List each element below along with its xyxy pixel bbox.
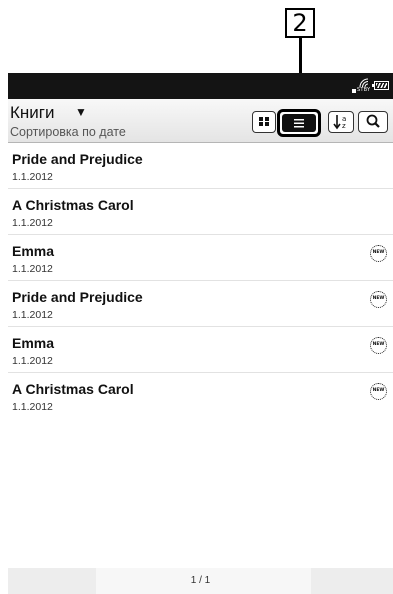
book-list-item[interactable]: Pride and Prejudice 1.1.2012 — [8, 143, 393, 189]
book-title: A Christmas Carol — [12, 381, 134, 397]
book-date: 1.1.2012 — [12, 263, 53, 275]
grid-view-button[interactable] — [252, 111, 276, 133]
search-icon — [359, 112, 387, 131]
new-badge-icon: NEW — [370, 245, 387, 262]
list-icon — [282, 114, 316, 132]
callout-number: 2 — [285, 8, 315, 38]
header: Книги ▼ Сортировка по дате a z — [8, 99, 393, 143]
new-badge-icon: NEW — [370, 337, 387, 354]
book-list-item[interactable]: A Christmas Carol 1.1.2012 NEW — [8, 373, 393, 419]
book-title: Pride and Prejudice — [12, 289, 143, 305]
standby-label: STBY — [357, 87, 371, 93]
book-date: 1.1.2012 — [12, 401, 53, 413]
list-view-button[interactable] — [277, 109, 321, 137]
collection-title[interactable]: Книги — [10, 103, 54, 123]
sort-order-label: Сортировка по дате — [10, 125, 126, 139]
footer-bar: 1 / 1 — [8, 568, 393, 594]
book-date: 1.1.2012 — [12, 309, 53, 321]
svg-text:z: z — [342, 122, 346, 130]
book-list-item[interactable]: Emma 1.1.2012 NEW — [8, 327, 393, 373]
book-date: 1.1.2012 — [12, 217, 53, 229]
dropdown-icon[interactable]: ▼ — [75, 105, 87, 119]
grid-icon — [253, 112, 275, 131]
status-bar: STBY — [8, 73, 393, 99]
new-badge-icon: NEW — [370, 291, 387, 308]
wireless-standby-icon: STBY — [352, 78, 372, 94]
book-list-item[interactable]: Pride and Prejudice 1.1.2012 NEW — [8, 281, 393, 327]
new-badge-icon: NEW — [370, 383, 387, 400]
book-list-item[interactable]: Emma 1.1.2012 NEW — [8, 235, 393, 281]
book-title: Emma — [12, 243, 55, 259]
reader-screen: STBY Книги ▼ Сортировка по дате a z Prid… — [8, 73, 393, 594]
book-date: 1.1.2012 — [12, 355, 53, 367]
book-list: Pride and Prejudice 1.1.2012 A Christmas… — [8, 143, 393, 419]
battery-icon — [372, 81, 389, 90]
page-indicator: 1 / 1 — [190, 575, 211, 586]
book-list-item[interactable]: A Christmas Carol 1.1.2012 — [8, 189, 393, 235]
sort-button[interactable]: a z — [328, 111, 354, 133]
book-title: Pride and Prejudice — [12, 151, 143, 167]
book-date: 1.1.2012 — [12, 171, 53, 183]
book-title: A Christmas Carol — [12, 197, 134, 213]
search-button[interactable] — [358, 111, 388, 133]
book-title: Emma — [12, 335, 55, 351]
sort-az-icon: a z — [329, 112, 353, 131]
